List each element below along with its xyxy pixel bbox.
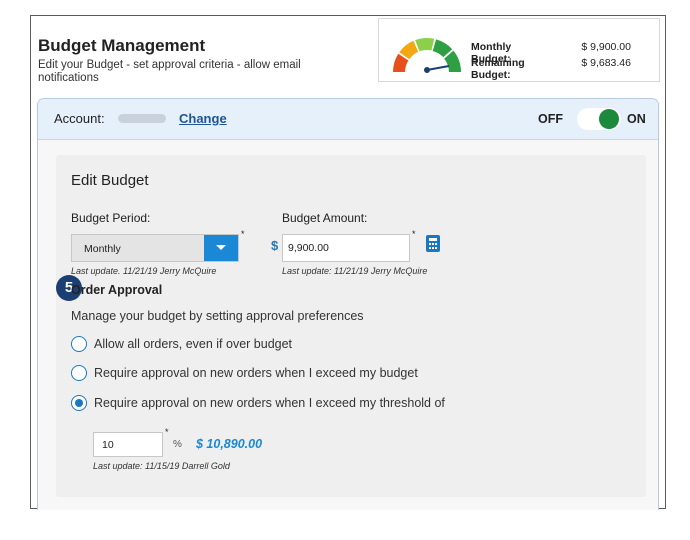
budget-gauge-icon xyxy=(393,38,461,73)
edit-budget-section: Edit Budget Budget Period: Monthly * Las… xyxy=(56,155,646,497)
remaining-budget-label: Remaining Budget: xyxy=(471,57,525,81)
radio-exceed-budget[interactable] xyxy=(71,365,87,381)
page-subtitle: Edit your Budget - set approval criteria… xyxy=(38,59,301,84)
toggle-knob xyxy=(599,109,619,129)
radio-label-allow-all: Allow all orders, even if over budget xyxy=(94,337,293,351)
toggle-on-label: ON xyxy=(627,112,646,126)
account-bar: Account: Change OFF ON xyxy=(38,99,658,140)
radio-label-exceed-budget: Require approval on new orders when I ex… xyxy=(94,366,418,380)
calculator-icon[interactable] xyxy=(426,235,440,252)
dropdown-button[interactable] xyxy=(204,235,238,261)
threshold-input[interactable] xyxy=(93,432,163,457)
threshold-amount: $ 10,890.00 xyxy=(196,437,263,451)
budget-period-label: Budget Period: xyxy=(71,211,151,225)
remaining-budget-value: $ 9,683.46 xyxy=(581,57,631,69)
order-approval-title-text: Order Approval xyxy=(71,283,163,297)
radio-exceed-threshold[interactable] xyxy=(71,395,87,411)
budget-amount-input[interactable] xyxy=(282,234,410,262)
change-account-link[interactable]: Change xyxy=(179,111,227,126)
budget-management-panel: Budget Management Edit your Budget - set… xyxy=(30,15,666,510)
order-approval-description: Manage your budget by setting approval p… xyxy=(71,309,364,323)
order-approval-title: 5 Order Approval xyxy=(56,275,163,301)
page-title: Budget Management xyxy=(38,36,206,55)
account-label: Account: xyxy=(54,111,105,126)
threshold-required-marker: * xyxy=(165,427,169,437)
amount-required-marker: * xyxy=(412,229,416,239)
threshold-unit: % xyxy=(173,439,182,450)
edit-budget-title: Edit Budget xyxy=(71,172,149,189)
budget-period-select[interactable]: Monthly xyxy=(71,234,239,262)
radio-label-exceed-threshold: Require approval on new orders when I ex… xyxy=(94,396,445,410)
gauge-needle xyxy=(426,65,450,71)
monthly-budget-value: $ 9,900.00 xyxy=(581,41,631,53)
chevron-down-icon xyxy=(216,245,226,250)
gauge-hub xyxy=(424,67,430,73)
period-required-marker: * xyxy=(241,229,245,239)
amount-last-update: Last update: 11/21/19 Jerry McQuire xyxy=(282,266,428,276)
threshold-last-update: Last update: 11/15/19 Darrell Gold xyxy=(93,461,230,471)
budget-enabled-toggle[interactable] xyxy=(577,108,621,130)
period-last-update: Last update. 11/21/19 Jerry McQuire xyxy=(71,266,217,276)
currency-symbol: $ xyxy=(271,238,279,253)
gauge-segment-lightgreen xyxy=(415,38,435,52)
budget-amount-label: Budget Amount: xyxy=(282,211,368,225)
radio-allow-all[interactable] xyxy=(71,336,87,352)
budget-period-value: Monthly xyxy=(84,243,121,255)
budget-summary-card: Monthly Budget: $ 9,900.00 Remaining Bud… xyxy=(378,18,660,82)
toggle-off-label: OFF xyxy=(538,112,563,126)
account-name-redacted xyxy=(118,114,166,123)
account-panel: Account: Change OFF ON Edit Budget Budge… xyxy=(37,98,659,510)
